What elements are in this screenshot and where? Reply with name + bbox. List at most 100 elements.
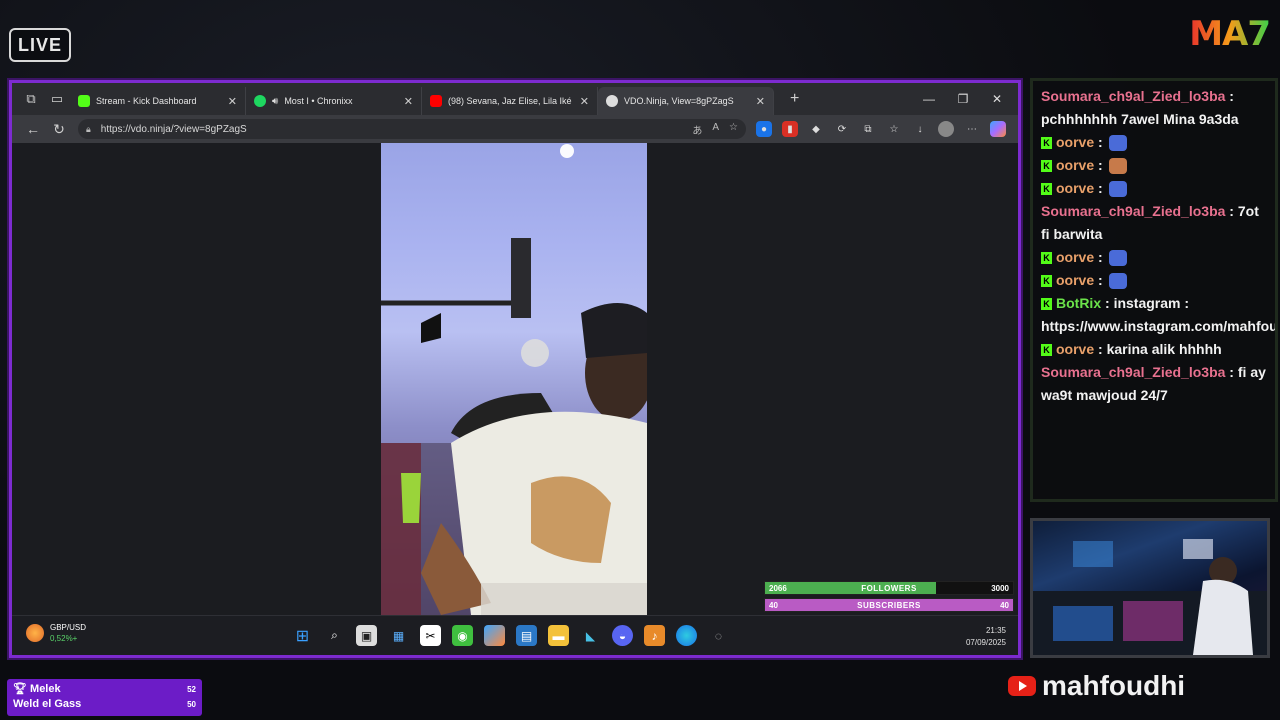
dj-camera-scene-graphic [1033,539,1267,655]
capcut-icon[interactable]: ✂ [420,625,441,646]
profile-avatar[interactable] [938,121,954,137]
store-icon[interactable]: ▤ [516,625,537,646]
back-button[interactable]: ← [20,121,46,137]
tab-label: Most I • Chronixx [284,96,353,106]
youtube-icon [430,95,442,107]
chat-message: Koorve : [1041,246,1269,269]
chat-username[interactable]: oorve [1056,249,1094,265]
widgets-icon[interactable]: ▦ [388,625,409,646]
chat-separator: : [1225,364,1238,380]
extension-icon[interactable]: ◆ [808,121,824,137]
close-window-button[interactable]: ✕ [980,83,1014,115]
edge-icon[interactable] [676,625,697,646]
chat-separator: : [1225,203,1238,219]
workspaces-icon[interactable]: ⧉ [18,86,44,112]
favorite-star-icon[interactable]: ☆ [729,122,738,137]
obs-icon[interactable]: ◌ [708,625,729,646]
supporter-name: Weld el Gass [13,698,82,710]
chat-username[interactable]: oorve [1056,157,1094,173]
url-text: https://vdo.ninja/?view=8gPZagS [100,123,247,135]
minimize-button[interactable]: — [912,83,946,115]
site-info-icon[interactable]: 🔒︎ [86,124,91,135]
kick-badge-icon: K [1041,298,1052,311]
chat-panel: Soumara_ch9al_Zied_lo3ba : pchhhhhhh 7aw… [1030,78,1278,502]
channel-name: mahfoudhi [1042,670,1186,701]
chat-username[interactable]: Soumara_ch9al_Zied_lo3ba [1041,364,1225,380]
robot-emote [1108,135,1127,152]
chat-message: Soumara_ch9al_Zied_lo3ba : pchhhhhhh 7aw… [1041,85,1269,131]
address-bar-row: ← ↻ 🔒︎ https://vdo.ninja/?view=8gPZagS あ… [12,115,1018,143]
file-explorer-icon[interactable]: ▬ [548,625,569,646]
chat-message: Koorve : [1041,177,1269,200]
chat-message: Koorve : [1041,269,1269,292]
chat-separator: : [1094,157,1107,173]
kick-badge-icon: K [1041,160,1052,173]
tab-label: VDO.Ninja, View=8gPZagS [624,96,734,106]
extension-icon[interactable]: ⟳ [834,121,850,137]
more-menu-icon[interactable]: ⋯ [964,121,980,137]
discord-icon[interactable]: ◒ [612,625,633,646]
extensions-bar: ● ▮ ◆ ⟳ ⧉ ☆ ↓ ⋯ [756,121,1006,137]
tab-actions-icon[interactable]: ▭ [44,86,70,112]
favorites-icon[interactable]: ☆ [886,121,902,137]
copilot-icon[interactable] [990,121,1006,137]
url-field[interactable]: 🔒︎ https://vdo.ninja/?view=8gPZagS あ A ☆ [78,119,746,139]
supporter-row: 🏆︎ Melek 52 [13,682,196,697]
new-tab-button[interactable]: + [790,90,799,108]
followers-goal-bar: 2066 FOLLOWERS 3000 [764,581,1014,595]
tab-kick-dashboard[interactable]: Stream - Kick Dashboard ✕ [70,87,246,115]
tab-spotify[interactable]: 🔊︎ Most I • Chronixx ✕ [246,87,422,115]
read-aloud-icon[interactable]: A [712,122,719,137]
close-icon[interactable]: ✕ [580,95,589,108]
tab-bar: ⧉ ▭ Stream - Kick Dashboard ✕ 🔊︎ Most I … [12,83,1018,115]
chat-separator: : [1094,249,1107,265]
vscode-icon[interactable]: ◣ [580,625,601,646]
tab-label: (98) Sevana, Jaz Elise, Lila Iké and [448,96,574,106]
chat-username[interactable]: Soumara_ch9al_Zied_lo3ba [1041,203,1225,219]
search-icon[interactable]: ⌕ [324,625,345,646]
chat-separator: : [1094,134,1107,150]
task-view-icon[interactable]: ▣ [356,625,377,646]
system-clock[interactable]: 21:35 07/09/2025 [966,625,1006,649]
windows-start-icon[interactable]: ⊞ [292,625,313,646]
chat-separator: : [1094,272,1107,288]
windows-taskbar: GBP/USD 0,52%+ ⊞ ⌕ ▣ ▦ ✂ ◉ ▤ ▬ ◣ ◒ ♪ ◌ 2… [12,615,1018,655]
chat-message: K BotRix : instagram : https://www.instag… [1041,292,1275,338]
copilot-app-icon[interactable] [484,625,505,646]
refresh-button[interactable]: ↻ [46,121,72,138]
subscribers-label: SUBSCRIBERS [857,600,921,610]
window-controls: — ❐ ✕ [912,83,1014,115]
downloads-icon[interactable]: ↓ [912,121,928,137]
chat-username[interactable]: Soumara_ch9al_Zied_lo3ba [1041,88,1225,104]
extensions-icon[interactable]: ⧉ [860,121,876,137]
tab-label: Stream - Kick Dashboard [96,96,197,106]
translate-icon[interactable]: あ [692,122,702,137]
extension-icon[interactable]: ● [756,121,772,137]
android-studio-icon[interactable]: ◉ [452,625,473,646]
tab-vdo-ninja[interactable]: VDO.Ninja, View=8gPZagS ✕ [598,87,774,115]
ticker-widget[interactable]: GBP/USD 0,52%+ [26,622,86,644]
chat-separator: : [1094,180,1107,196]
close-icon[interactable]: ✕ [404,95,413,108]
speaker-icon[interactable]: 🔊︎ [272,96,278,107]
restore-button[interactable]: ❐ [946,83,980,115]
trophy-icon: 🏆︎ [13,683,31,695]
followers-label: FOLLOWERS [861,583,917,593]
tab-youtube[interactable]: (98) Sevana, Jaz Elise, Lila Iké and ✕ [422,87,598,115]
chat-separator: : [1094,341,1107,357]
chat-separator: : [1101,295,1114,311]
chat-message: Koorve : [1041,154,1269,177]
chat-username[interactable]: BotRix [1056,295,1101,311]
fl-studio-icon[interactable]: ♪ [644,625,665,646]
stream-overlay: LIVE MA7 ⧉ ▭ Stream - Kick Dashboard ✕ 🔊… [0,0,1280,720]
extension-icon[interactable]: ▮ [782,121,798,137]
chat-username[interactable]: oorve [1056,134,1094,150]
robot-emote [1108,250,1127,267]
ticker-symbol: GBP/USD [50,623,87,632]
chat-username[interactable]: oorve [1056,180,1094,196]
close-icon[interactable]: ✕ [756,95,765,108]
chat-username[interactable]: oorve [1056,272,1094,288]
kick-badge-icon: K [1041,183,1052,196]
chat-username[interactable]: oorve [1056,341,1094,357]
close-icon[interactable]: ✕ [228,95,237,108]
